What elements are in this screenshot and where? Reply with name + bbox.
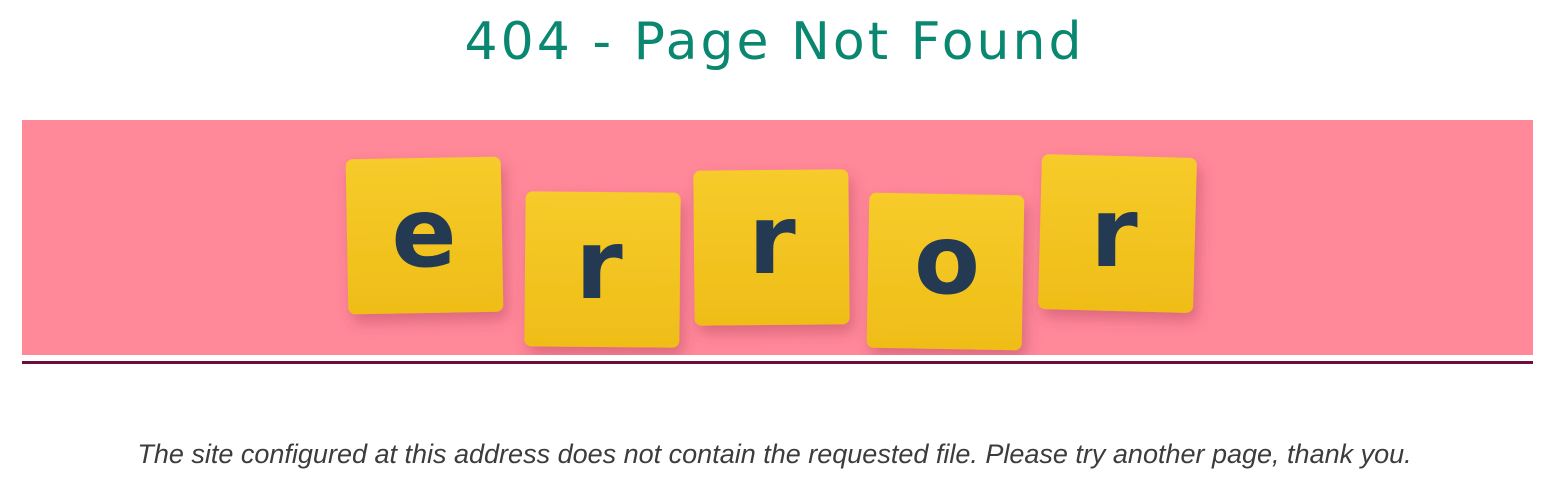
tile-letter: r xyxy=(1090,177,1138,289)
tile-letter: o xyxy=(914,204,980,316)
divider xyxy=(22,361,1533,364)
error-message: The site configured at this address does… xyxy=(137,439,1412,469)
tile-letter: r xyxy=(748,184,796,296)
tile-letter: r xyxy=(575,209,623,321)
page-title: 404 - Page Not Found xyxy=(464,12,1085,72)
tile-letter: e xyxy=(391,177,456,289)
error-banner-image: e r r o r xyxy=(22,120,1533,355)
scrabble-tiles-illustration: e r r o r xyxy=(345,154,1197,351)
